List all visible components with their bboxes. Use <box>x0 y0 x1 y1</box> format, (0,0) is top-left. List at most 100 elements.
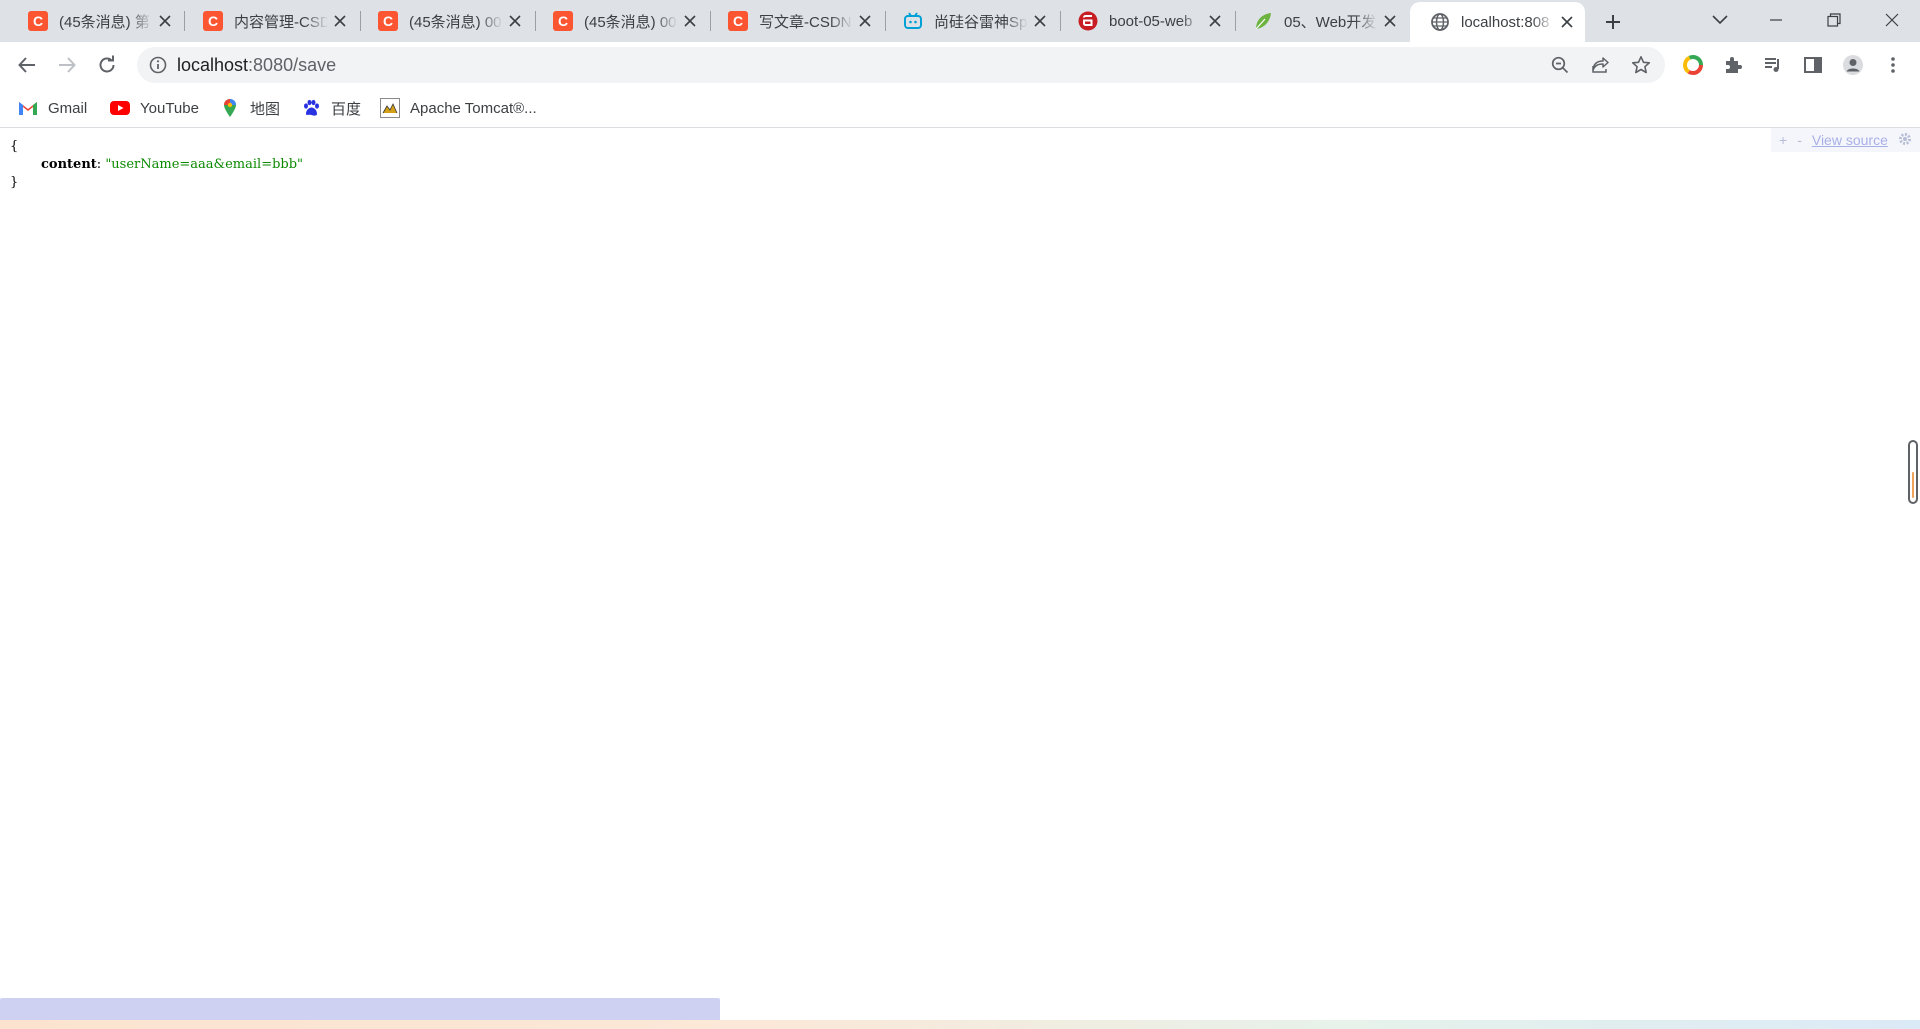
tab-3[interactable]: C (45条消息) 00 <box>533 0 708 42</box>
close-icon <box>1885 13 1899 27</box>
bookmark-label: 地图 <box>250 100 281 118</box>
zoom-icon[interactable] <box>1551 56 1569 79</box>
bookmark-label: YouTube <box>140 99 199 117</box>
tab-title: 写文章-CSDN <box>759 13 852 31</box>
bottom-gradient-bar <box>0 1020 1920 1029</box>
chevron-down-icon <box>1712 15 1728 25</box>
tab-0[interactable]: C (45条消息) 第 <box>8 0 183 42</box>
bookmark-youtube[interactable]: YouTube <box>110 96 199 120</box>
bookmark-maps[interactable]: 地图 <box>220 96 280 120</box>
restore-button[interactable] <box>1806 0 1862 40</box>
tab-6[interactable]: boot-05-web <box>1058 0 1233 42</box>
leaf-icon <box>1253 11 1273 31</box>
address-bar[interactable]: localhost:8080/save <box>137 47 1665 83</box>
menu-button[interactable] <box>1877 49 1909 81</box>
json-key[interactable]: content <box>41 157 97 172</box>
bookmark-gmail[interactable]: Gmail <box>18 96 87 120</box>
playlist-icon <box>1765 58 1779 72</box>
svg-text:C: C <box>733 13 743 29</box>
json-colon: : <box>96 157 102 172</box>
back-button[interactable] <box>11 49 43 81</box>
tab-2[interactable]: C (45条消息) 00 <box>358 0 533 42</box>
bookmark-star-icon[interactable] <box>1631 55 1651 80</box>
bookmarks-bar: Gmail YouTube 地图 百度 Apache Tomcat®... <box>0 88 1920 128</box>
restore-icon <box>1827 13 1841 27</box>
profile-button[interactable] <box>1837 49 1869 81</box>
puzzle-icon <box>1726 57 1742 73</box>
tab-4[interactable]: C 写文章-CSDN <box>708 0 883 42</box>
svg-text:C: C <box>208 13 218 29</box>
close-icon[interactable] <box>1382 13 1398 29</box>
json-viewer: { content: "userName=aaa&email=bbb" } <box>10 138 303 192</box>
close-window-button[interactable] <box>1864 0 1920 40</box>
close-icon[interactable] <box>1559 14 1575 30</box>
view-source-link[interactable]: View source <box>1812 132 1888 148</box>
csdn-icon: C <box>553 11 573 31</box>
kebab-menu-icon <box>1891 57 1895 73</box>
close-icon[interactable] <box>157 13 173 29</box>
json-string-value: "userName=aaa&email=bbb" <box>105 157 304 172</box>
bookmark-label: Gmail <box>48 99 88 117</box>
youtube-icon <box>110 98 130 118</box>
tab-title: 尚硅谷雷神Sp <box>934 13 1028 31</box>
close-icon[interactable] <box>682 13 698 29</box>
gear-icon[interactable] <box>1898 132 1912 149</box>
maps-pin-icon <box>220 98 240 118</box>
chrome-ring-icon <box>1683 55 1703 75</box>
close-icon[interactable] <box>332 13 348 29</box>
close-icon[interactable] <box>1032 13 1048 29</box>
new-tab-button[interactable] <box>1599 8 1627 36</box>
horizontal-scrollbar[interactable] <box>0 998 720 1020</box>
forward-button[interactable] <box>51 49 83 81</box>
csdn-icon: C <box>203 11 223 31</box>
json-close-brace: } <box>10 175 19 190</box>
browser-toolbar: localhost:8080/save <box>0 42 1920 88</box>
tab-search-button[interactable] <box>1692 0 1748 40</box>
tab-title: (45条消息) 00 <box>409 13 502 31</box>
arrow-right-icon <box>59 57 76 73</box>
side-panel-icon <box>1804 57 1822 73</box>
side-scroll-fill <box>1912 472 1914 498</box>
info-icon[interactable] <box>149 56 167 79</box>
arrow-left-icon <box>18 57 35 73</box>
tab-title: 内容管理-CSDN <box>234 13 328 31</box>
plus-icon <box>1606 15 1620 29</box>
close-icon[interactable] <box>857 13 873 29</box>
globe-icon <box>1430 12 1450 32</box>
reload-button[interactable] <box>91 49 123 81</box>
minimize-button[interactable] <box>1748 0 1804 40</box>
json-viewer-toolbar: + - View source <box>1771 128 1920 152</box>
bookmark-tomcat[interactable]: Apache Tomcat®... <box>380 96 537 120</box>
gitee-icon <box>1078 11 1098 31</box>
csdn-icon: C <box>728 11 748 31</box>
gmail-icon <box>18 98 38 118</box>
csdn-icon: C <box>378 11 398 31</box>
close-icon[interactable] <box>507 13 523 29</box>
tab-5[interactable]: 尚硅谷雷神Sp <box>883 0 1058 42</box>
tab-8-active[interactable]: localhost:808 <box>1410 2 1585 42</box>
tab-strip: C (45条消息) 第 C 内容管理-CSDN C (45条消息) 00 C (… <box>0 0 1920 42</box>
tab-1[interactable]: C 内容管理-CSDN <box>183 0 358 42</box>
tab-title: 05、Web开发 <box>1284 13 1377 31</box>
side-panel-button[interactable] <box>1797 49 1829 81</box>
bilibili-icon <box>903 11 923 31</box>
side-scroll-widget[interactable] <box>1908 440 1918 504</box>
svg-text:C: C <box>383 13 393 29</box>
json-open-brace: { <box>10 139 19 154</box>
tab-title: localhost:808 <box>1461 13 1550 31</box>
close-icon[interactable] <box>1207 13 1223 29</box>
tomcat-icon <box>380 98 400 118</box>
minimize-icon <box>1770 19 1782 21</box>
collapse-all-button[interactable]: - <box>1797 132 1802 148</box>
svg-text:C: C <box>33 13 43 29</box>
media-button[interactable] <box>1757 49 1789 81</box>
extension-color-button[interactable] <box>1677 49 1709 81</box>
bookmark-label: Apache Tomcat®... <box>410 99 537 117</box>
tab-7[interactable]: 05、Web开发 <box>1233 0 1408 42</box>
share-icon[interactable] <box>1591 56 1609 79</box>
expand-all-button[interactable]: + <box>1779 132 1787 148</box>
avatar-icon <box>1843 55 1863 75</box>
url-text[interactable]: localhost:8080/save <box>177 47 336 83</box>
bookmark-baidu[interactable]: 百度 <box>301 96 361 120</box>
extensions-button[interactable] <box>1717 49 1749 81</box>
